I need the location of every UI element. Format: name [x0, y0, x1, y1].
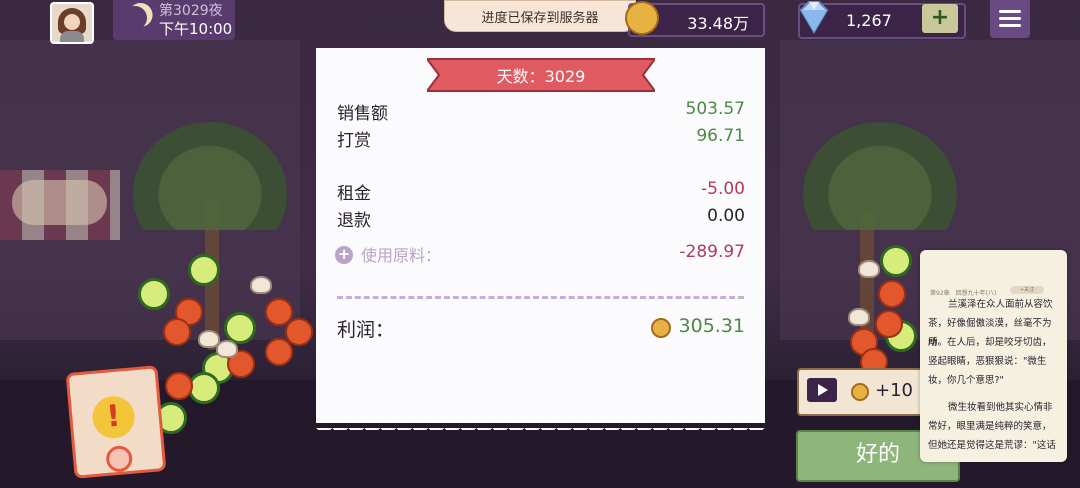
novel-line: 兰溪泽在众人面前从容饮 [948, 299, 1053, 310]
sales-label: 销售额 [337, 104, 388, 124]
tomato-slice [165, 372, 193, 400]
tomato-slice [875, 310, 903, 338]
alert-dot-icon [105, 444, 134, 473]
tips-value: 96.71 [696, 126, 745, 146]
rent-label: 租金 [337, 184, 371, 204]
receipt-divider [337, 296, 744, 299]
tomato-slice [163, 318, 191, 346]
garlic-clove [858, 260, 880, 278]
jalapeno-slice [188, 254, 220, 286]
coin-amount: 33.48万 [687, 14, 749, 33]
palm-tree-right [790, 110, 970, 230]
novel-reader-overlay[interactable]: 第92章 回想九十年(八) +关注 兰溪泽在众人面前从容饮 茶，好像倔傲淡漠，丝… [920, 250, 1067, 462]
follow-button[interactable]: +关注 [1010, 286, 1044, 294]
novel-line: 妆，你几个意思?" [928, 375, 1004, 386]
coin-icon [851, 383, 869, 401]
coin-icon [625, 1, 659, 35]
menu-button[interactable] [990, 0, 1030, 38]
coin-icon [651, 318, 671, 338]
ingredients-value: -289.97 [679, 242, 745, 262]
receipt-day-title: 天数：3029 [496, 67, 586, 86]
alert-card[interactable]: ! [65, 365, 167, 479]
watch-ad-reward-button[interactable]: +10 [797, 368, 925, 416]
save-toast: 进度已保存到服务器 [444, 0, 636, 32]
gem-amount: 1,267 [846, 11, 892, 30]
refund-label: 退款 [337, 211, 371, 231]
player-avatar[interactable] [50, 2, 94, 44]
jalapeno-slice [880, 245, 912, 277]
refund-value: 0.00 [707, 206, 745, 226]
tomato-slice [265, 338, 293, 366]
novel-line: 微生妆看到他其实心情非 [948, 402, 1053, 413]
receipt-torn-edge [316, 412, 765, 430]
profit-label: 利润： [337, 319, 395, 341]
moon-icon [121, 4, 149, 32]
jalapeno-slice [138, 278, 170, 310]
night-counter: 第3029夜 [159, 3, 223, 19]
novel-line: 竖起眼睛，恶狠狠说："微生 [928, 356, 1047, 367]
diamond-icon [799, 1, 829, 34]
profit-value: 305.31 [678, 315, 745, 337]
reward-amount: +10 [875, 380, 913, 401]
garlic-clove [216, 340, 238, 358]
novel-line: 但她还是觉得这是荒谬："这话 [928, 440, 1056, 451]
add-gems-button[interactable]: + [922, 4, 958, 33]
novel-line: 动。在人后，却是咬牙切齿， [928, 337, 1052, 348]
ingredients-label[interactable]: 使用原料： [361, 242, 441, 266]
bone-sign [12, 180, 107, 225]
clock-time: 下午10:00 [159, 20, 233, 38]
garlic-clove [848, 308, 870, 326]
expand-ingredients-icon[interactable]: + [335, 246, 353, 264]
tomato-slice [878, 280, 906, 308]
exclamation-icon: ! [90, 394, 137, 440]
sales-value: 503.57 [685, 99, 745, 119]
video-play-icon [807, 378, 837, 402]
garlic-clove [250, 276, 272, 294]
rent-value: -5.00 [701, 179, 745, 199]
day-time-panel: 第3029夜 下午10:00 [113, 0, 235, 40]
novel-line: 常好，眼里满是纯粹的笑意， [928, 421, 1052, 432]
tips-label: 打赏 [337, 131, 371, 151]
palm-tree-left [120, 110, 300, 230]
